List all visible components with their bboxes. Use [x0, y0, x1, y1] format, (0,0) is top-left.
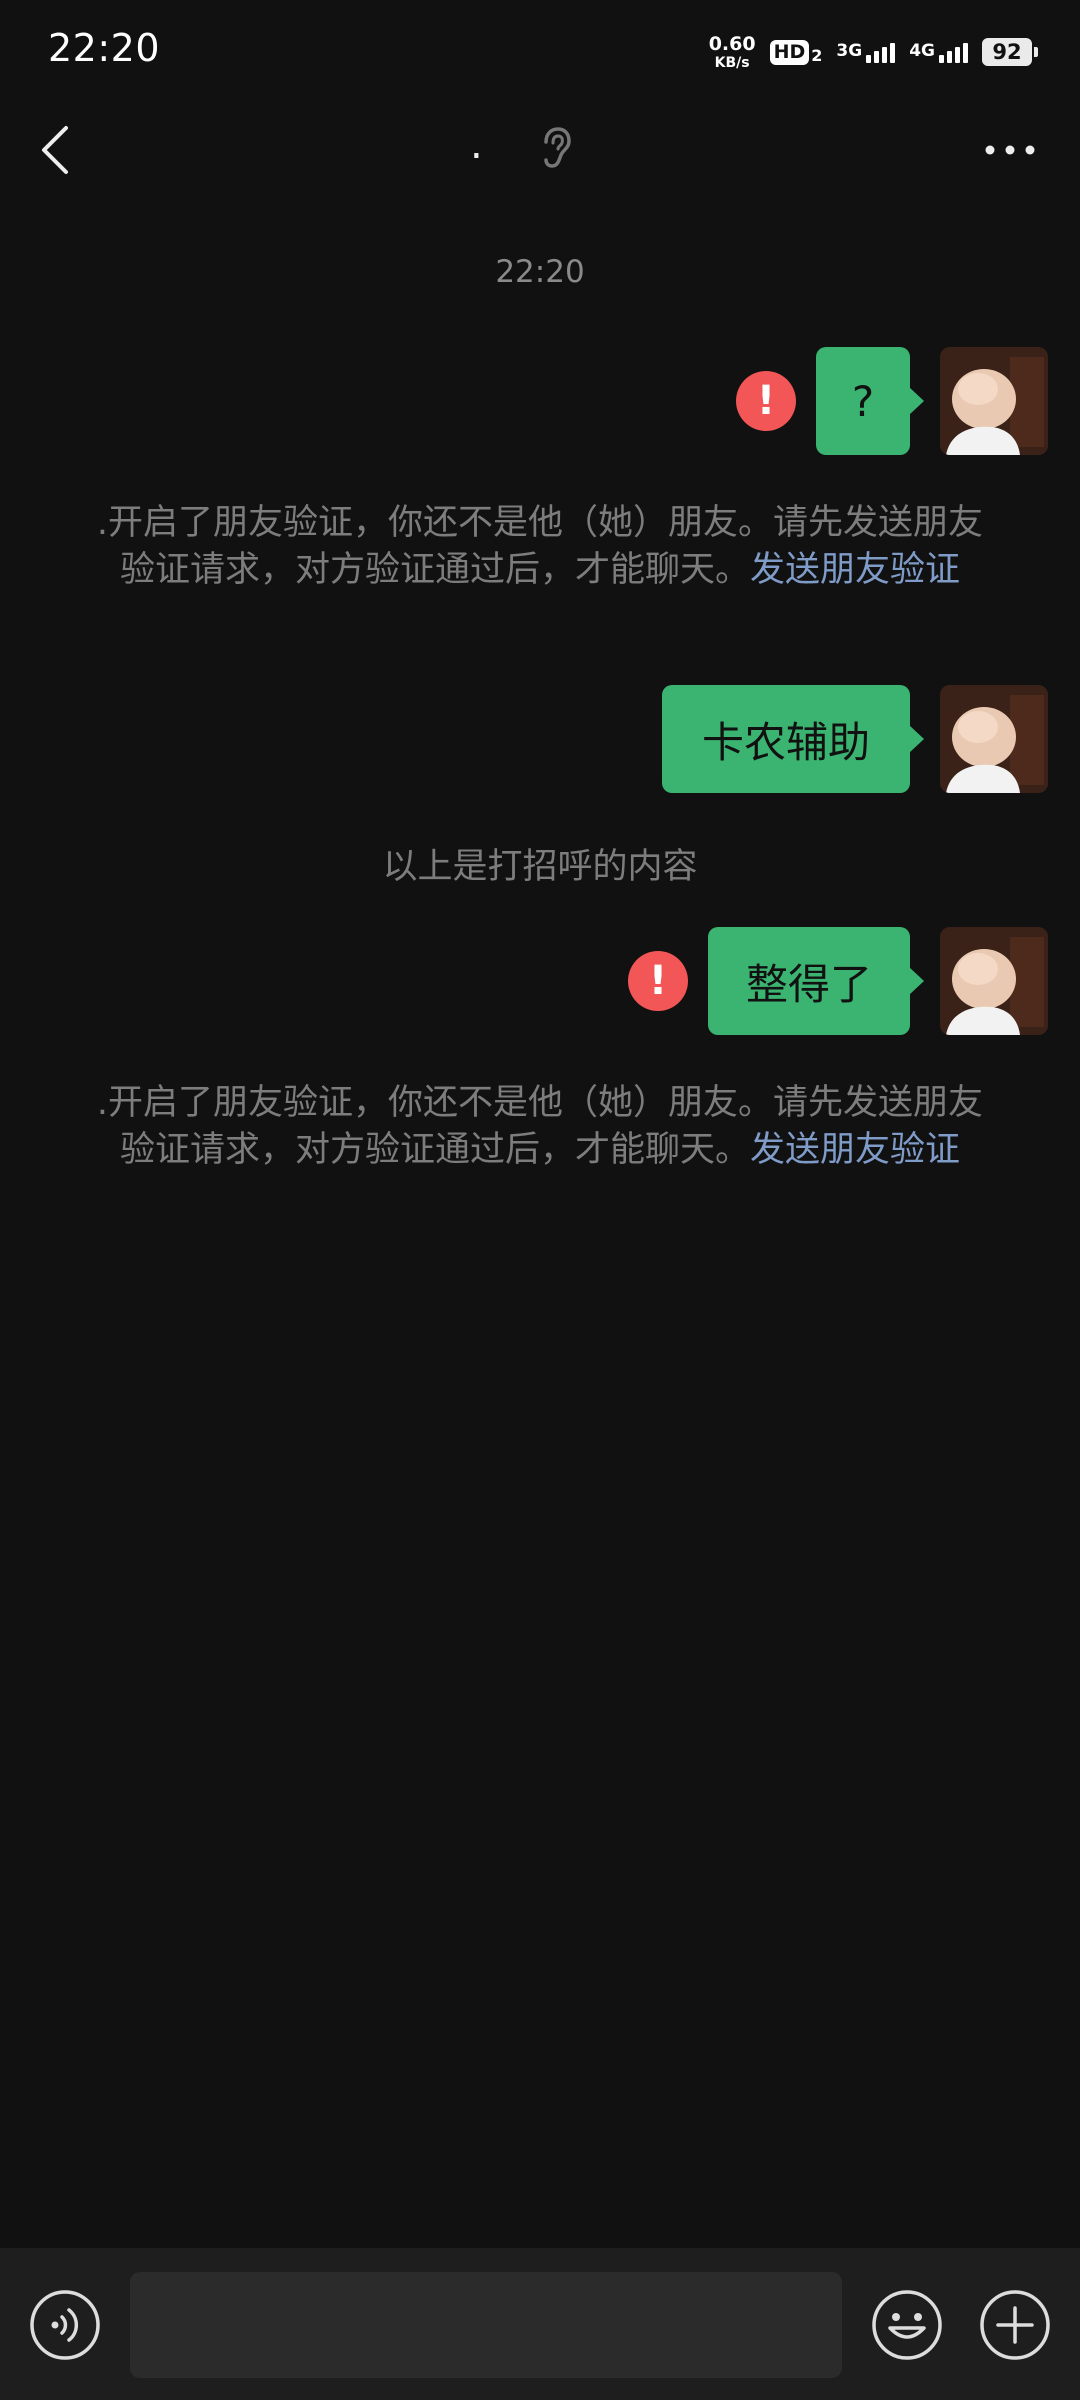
- send-verification-link[interactable]: 发送朋友验证: [750, 550, 960, 590]
- back-button[interactable]: [30, 120, 90, 180]
- signal-4g-icon: 4G: [909, 41, 968, 63]
- emoji-button[interactable]: [870, 2288, 944, 2362]
- more-options-button[interactable]: [980, 130, 1040, 170]
- status-bar: 22:20 0.60 KB/s HD 2 3G 4G 92: [0, 0, 1080, 100]
- send-verification-link[interactable]: 发送朋友验证: [750, 1130, 960, 1170]
- message-text: 卡农辅助: [701, 717, 870, 767]
- signal-4g-label: 4G: [909, 41, 935, 61]
- avatar[interactable]: [940, 927, 1048, 1035]
- ear-icon: [538, 126, 574, 170]
- voice-button[interactable]: [28, 2288, 102, 2362]
- error-glyph: !: [756, 378, 776, 424]
- message-row: ! ?: [736, 347, 1048, 455]
- battery-icon: 92: [982, 38, 1038, 66]
- input-bar: [0, 2248, 1080, 2400]
- battery-level: 92: [992, 40, 1022, 64]
- signal-3g-label: 3G: [836, 41, 863, 61]
- greeting-divider: 以上是打招呼的内容: [382, 847, 698, 887]
- avatar[interactable]: [940, 685, 1048, 793]
- hd-icon: HD 2: [769, 39, 823, 65]
- message-text: 整得了: [745, 959, 872, 1009]
- emoji-icon: [872, 2290, 942, 2360]
- hd-label: HD: [769, 39, 810, 65]
- message-text: ?: [851, 376, 875, 426]
- hd-sub: 2: [811, 45, 823, 65]
- error-glyph: !: [648, 958, 668, 1004]
- avatar[interactable]: [940, 347, 1048, 455]
- network-speed: 0.60 KB/s: [708, 32, 756, 71]
- system-note: .开启了朋友验证，你还不是他（她）朋友。请先发送朋友验证请求，对方验证通过后，才…: [90, 500, 990, 594]
- network-speed-unit: KB/s: [714, 54, 750, 71]
- message-bubble[interactable]: 整得了: [708, 927, 924, 1035]
- message-input[interactable]: [130, 2272, 842, 2378]
- signal-3g-icon: 3G: [836, 41, 896, 63]
- more-functions-button[interactable]: [978, 2288, 1052, 2362]
- message-bubble[interactable]: 卡农辅助: [662, 685, 924, 793]
- message-row: ! 整得了: [628, 927, 1048, 1035]
- status-time: 22:20: [48, 26, 161, 70]
- send-failed-icon[interactable]: !: [736, 371, 796, 431]
- message-timestamp: 22:20: [495, 254, 585, 290]
- status-icons: 0.60 KB/s HD 2 3G 4G 92: [708, 30, 1038, 74]
- chevron-left-icon: [42, 126, 68, 174]
- system-note: .开启了朋友验证，你还不是他（她）朋友。请先发送朋友验证请求，对方验证通过后，才…: [90, 1080, 990, 1174]
- message-bubble[interactable]: ?: [816, 347, 924, 455]
- message-row: 卡农辅助: [662, 685, 1048, 793]
- more-dots-icon: [985, 145, 1035, 155]
- send-failed-icon[interactable]: !: [628, 951, 688, 1011]
- plus-circle-icon: [980, 2290, 1050, 2360]
- chat-title: .: [470, 122, 483, 168]
- chat-header: .: [0, 100, 1080, 200]
- voice-icon: [30, 2290, 100, 2360]
- network-speed-value: 0.60: [708, 32, 756, 55]
